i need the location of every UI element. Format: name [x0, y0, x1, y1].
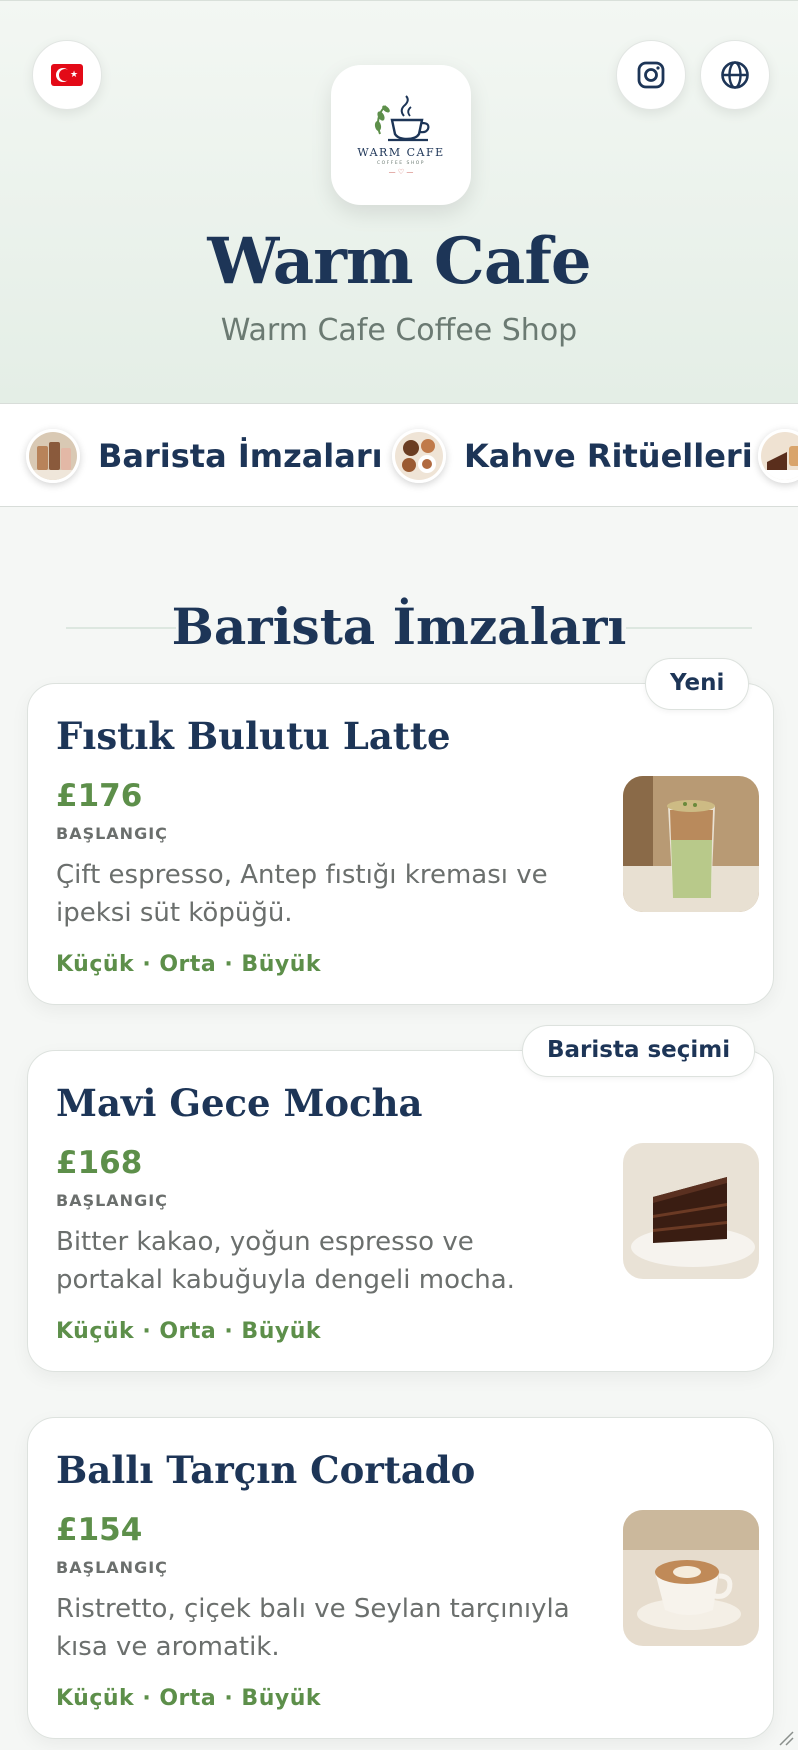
- menu-item-card[interactable]: Ballı Tarçın Cortado £154 BAŞLANGIÇ Rist…: [27, 1417, 774, 1739]
- globe-icon: [721, 61, 749, 89]
- heart-icon: — ♡ —: [388, 168, 414, 176]
- iced-coffee-thumbnail: [26, 429, 80, 483]
- instagram-icon: [637, 61, 665, 89]
- barista-choice-badge: Barista seçimi: [522, 1025, 756, 1077]
- item-name: Mavi Gece Mocha: [56, 1081, 423, 1125]
- logo-text: WARM CAFE: [357, 146, 445, 159]
- item-sizes: Küçük · Orta · Büyük: [56, 1686, 321, 1711]
- item-price: £168: [56, 1145, 143, 1181]
- item-price: £154: [56, 1512, 143, 1548]
- coffee-cup-logo-icon: [374, 95, 430, 142]
- category-bar[interactable]: Barista İmzaları Kahve Ritüelleri: [0, 403, 798, 507]
- website-button[interactable]: [700, 40, 770, 110]
- header: ★ WARM CAFE COFFEE SHOP — ♡ — Warm Cafe …: [0, 0, 798, 404]
- item-sizes: Küçük · Orta · Büyük: [56, 1319, 321, 1344]
- item-price: £176: [56, 778, 143, 814]
- category-label: Barista İmzaları: [98, 437, 383, 475]
- coffee-beans-thumbnail: [392, 429, 446, 483]
- item-image-chocolate-cake[interactable]: [623, 1143, 759, 1279]
- category-label: Kahve Ritüelleri: [464, 437, 753, 475]
- item-image-iced-latte[interactable]: [623, 776, 759, 912]
- resize-handle-icon[interactable]: [776, 1728, 794, 1746]
- item-name: Ballı Tarçın Cortado: [56, 1448, 476, 1492]
- price-note: BAŞLANGIÇ: [56, 1558, 168, 1577]
- cafe-logo: WARM CAFE COFFEE SHOP — ♡ —: [331, 65, 471, 205]
- section-title: Barista İmzaları: [171, 597, 627, 656]
- page-title: Warm Cafe: [207, 224, 591, 299]
- menu-item-card[interactable]: Fıstık Bulutu Latte £176 BAŞLANGIÇ Çift …: [27, 683, 774, 1005]
- new-badge: Yeni: [645, 658, 750, 710]
- price-note: BAŞLANGIÇ: [56, 824, 168, 843]
- item-image-latte-art[interactable]: [623, 1510, 759, 1646]
- menu-item-card[interactable]: Mavi Gece Mocha £168 BAŞLANGIÇ Bitter ka…: [27, 1050, 774, 1372]
- item-description: Çift espresso, Antep fıstığı kreması ve …: [56, 860, 548, 928]
- category-tab-desserts[interactable]: [758, 428, 798, 484]
- category-tab-barista[interactable]: Barista İmzaları: [26, 428, 383, 484]
- category-tab-rituals[interactable]: Kahve Ritüelleri: [392, 428, 753, 484]
- instagram-button[interactable]: [616, 40, 686, 110]
- logo-subtext: COFFEE SHOP: [377, 161, 425, 166]
- item-sizes: Küçük · Orta · Büyük: [56, 952, 321, 977]
- dessert-thumbnail: [758, 429, 798, 483]
- item-description: Bitter kakao, yoğun espresso ve portakal…: [56, 1227, 515, 1295]
- turkey-flag-icon: ★: [51, 64, 83, 86]
- item-description: Ristretto, çiçek balı ve Seylan tarçınıy…: [56, 1594, 570, 1662]
- language-button[interactable]: ★: [32, 40, 102, 110]
- page-subtitle: Warm Cafe Coffee Shop: [220, 313, 578, 348]
- price-note: BAŞLANGIÇ: [56, 1191, 168, 1210]
- item-name: Fıstık Bulutu Latte: [56, 714, 451, 758]
